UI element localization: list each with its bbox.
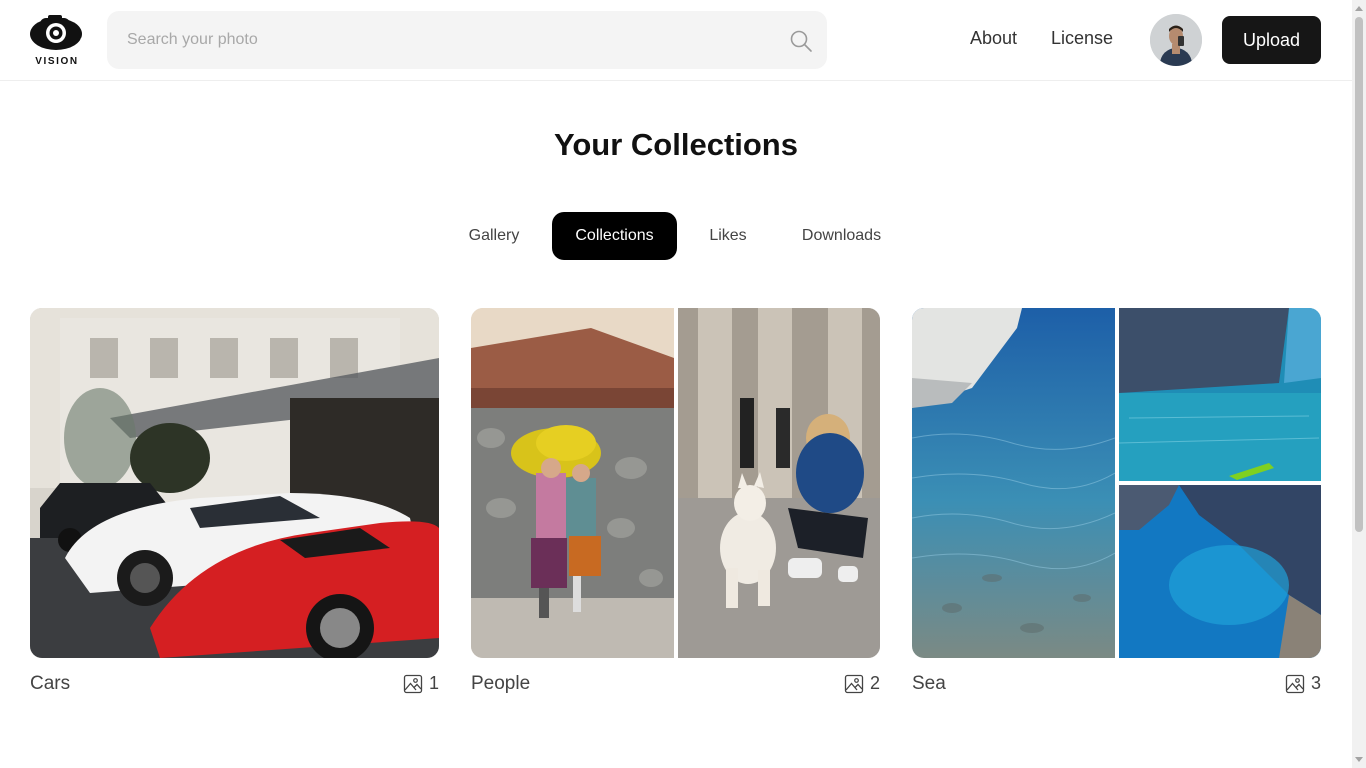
photo-count-value: 2 xyxy=(869,673,880,693)
collection-name: People xyxy=(471,673,531,694)
photo-count-value: 3 xyxy=(1310,673,1321,693)
tab-likes[interactable]: Likes xyxy=(693,212,763,260)
nav-license-link[interactable]: License xyxy=(1051,28,1113,49)
collection-card-people[interactable]: People 2 xyxy=(471,308,880,698)
scroll-down-arrow-icon[interactable] xyxy=(1355,757,1363,762)
collection-name: Cars xyxy=(30,673,71,694)
scrollbar-thumb[interactable] xyxy=(1355,17,1363,532)
sea-photo-2 xyxy=(1119,308,1321,481)
collection-tabs: Gallery Collections Likes Downloads xyxy=(0,212,1352,260)
camera-logo-icon xyxy=(30,15,83,54)
collection-card-cars[interactable]: Cars 1 xyxy=(30,308,439,698)
search-icon[interactable] xyxy=(789,29,813,53)
sea-photo-3 xyxy=(1119,485,1321,658)
people-photo-2 xyxy=(678,308,880,658)
image-icon xyxy=(844,674,864,693)
collection-card-sea[interactable]: Sea 3 xyxy=(912,308,1321,698)
collection-photo-count: 1 xyxy=(403,673,439,694)
collection-cover[interactable] xyxy=(30,308,439,658)
collection-photo-count: 2 xyxy=(844,673,880,694)
brand-logo[interactable]: VISION xyxy=(28,12,86,68)
page-scrollbar[interactable] xyxy=(1352,0,1366,768)
people-photo-1 xyxy=(471,308,674,658)
brand-name: VISION xyxy=(35,56,79,67)
collection-name: Sea xyxy=(912,673,946,694)
cars-photo xyxy=(30,308,439,658)
collection-cover[interactable] xyxy=(471,308,880,658)
collection-cover[interactable] xyxy=(912,308,1321,658)
image-icon xyxy=(1285,674,1305,693)
sea-photo-1 xyxy=(912,308,1115,658)
tab-gallery[interactable]: Gallery xyxy=(452,212,536,260)
nav-about-link[interactable]: About xyxy=(970,28,1017,49)
top-header: VISION About License Upload xyxy=(0,0,1352,81)
search-bar xyxy=(107,11,827,69)
photo-count-value: 1 xyxy=(428,673,439,693)
upload-button[interactable]: Upload xyxy=(1222,16,1321,64)
image-icon xyxy=(403,674,423,693)
tab-downloads[interactable]: Downloads xyxy=(785,212,898,260)
search-input[interactable] xyxy=(127,11,767,69)
collection-photo-count: 3 xyxy=(1285,673,1321,694)
scroll-up-arrow-icon[interactable] xyxy=(1355,6,1363,11)
user-avatar[interactable] xyxy=(1150,14,1202,66)
page-title: Your Collections xyxy=(553,127,798,162)
tab-collections[interactable]: Collections xyxy=(552,212,677,260)
